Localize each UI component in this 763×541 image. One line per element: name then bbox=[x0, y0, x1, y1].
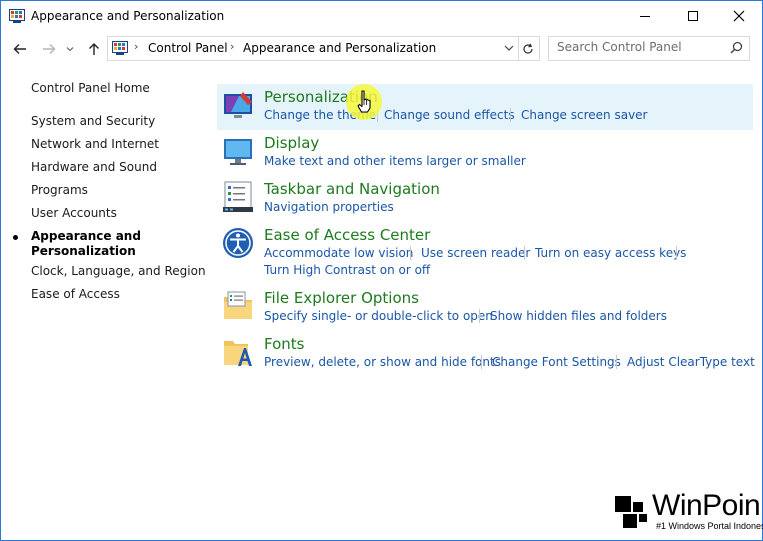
fonts-title[interactable]: Fonts bbox=[264, 335, 304, 353]
change-font-settings-link[interactable]: Change Font Settings bbox=[492, 355, 621, 369]
up-arrow-icon bbox=[89, 43, 99, 55]
link-separator bbox=[481, 355, 482, 369]
category-ease-of-access-center[interactable]: Ease of Access Center Accommodate low vi… bbox=[217, 222, 753, 284]
recent-locations-button[interactable] bbox=[63, 39, 77, 59]
show-hidden-files-link[interactable]: Show hidden files and folders bbox=[490, 309, 667, 323]
current-section-bullet bbox=[13, 235, 18, 240]
link-separator bbox=[410, 246, 411, 260]
category-file-explorer-options[interactable]: File Explorer Options Specify single- or… bbox=[217, 285, 753, 331]
control-panel-icon bbox=[9, 9, 25, 23]
use-screen-reader-link[interactable]: Use screen reader bbox=[421, 246, 530, 260]
fonts-icon bbox=[224, 341, 252, 366]
refresh-button[interactable] bbox=[517, 36, 540, 61]
breadcrumb-control-panel[interactable]: Control Panel bbox=[148, 41, 228, 55]
navigation-bar: › Control Panel › Appearance and Persona… bbox=[1, 33, 762, 65]
link-separator bbox=[676, 246, 677, 260]
back-button[interactable] bbox=[10, 39, 30, 59]
up-button[interactable] bbox=[84, 39, 104, 59]
sidebar-item-ease-of-access[interactable]: Ease of Access bbox=[31, 287, 120, 301]
make-text-larger-link[interactable]: Make text and other items larger or smal… bbox=[264, 154, 526, 168]
sidebar-item-network-and-internet[interactable]: Network and Internet bbox=[31, 137, 159, 151]
winpoin-tagline: #1 Windows Portal Indonesia bbox=[656, 521, 763, 531]
minimize-icon bbox=[640, 16, 650, 17]
breadcrumb-chevron-icon[interactable]: › bbox=[230, 40, 234, 53]
turn-on-easy-access-keys-link[interactable]: Turn on easy access keys bbox=[535, 246, 686, 260]
category-display[interactable]: Display Make text and other items larger… bbox=[217, 130, 753, 176]
adjust-cleartype-link[interactable]: Adjust ClearType text bbox=[627, 355, 755, 369]
accommodate-low-vision-link[interactable]: Accommodate low vision bbox=[264, 246, 413, 260]
category-personalization[interactable]: Personalization Change the theme Change … bbox=[217, 84, 753, 130]
navigation-properties-link[interactable]: Navigation properties bbox=[264, 200, 394, 214]
back-arrow-icon bbox=[13, 44, 26, 54]
taskbar-and-navigation-title[interactable]: Taskbar and Navigation bbox=[264, 180, 440, 198]
taskbar-icon bbox=[223, 181, 253, 212]
sidebar-item-hardware-and-sound[interactable]: Hardware and Sound bbox=[31, 160, 157, 174]
ease-of-access-icon bbox=[223, 228, 253, 258]
chevron-down-icon bbox=[66, 47, 74, 52]
link-separator bbox=[479, 309, 480, 323]
breadcrumb-chevron-icon[interactable]: › bbox=[134, 40, 138, 53]
sidebar-item-appearance-and-personalization: Appearance and Personalization bbox=[31, 229, 141, 258]
sidebar-item-clock-language-region[interactable]: Clock, Language, and Region bbox=[31, 264, 206, 278]
minimize-button[interactable] bbox=[622, 1, 668, 31]
search-box[interactable] bbox=[548, 36, 750, 61]
ease-of-access-center-title[interactable]: Ease of Access Center bbox=[264, 226, 430, 244]
preview-fonts-link[interactable]: Preview, delete, or show and hide fonts bbox=[264, 355, 501, 369]
category-taskbar-and-navigation[interactable]: Taskbar and Navigation Navigation proper… bbox=[217, 176, 753, 222]
link-separator bbox=[616, 355, 617, 369]
turn-high-contrast-link[interactable]: Turn High Contrast on or off bbox=[264, 263, 430, 277]
address-dropdown-icon[interactable] bbox=[504, 41, 514, 55]
link-separator bbox=[524, 246, 525, 260]
address-bar[interactable]: › Control Panel › Appearance and Persona… bbox=[107, 36, 519, 61]
winpoin-brand: WinPoin bbox=[652, 489, 761, 522]
search-input[interactable] bbox=[557, 40, 717, 54]
display-title[interactable]: Display bbox=[264, 134, 319, 152]
change-sound-effects-link[interactable]: Change sound effects bbox=[384, 108, 515, 122]
title-bar: Appearance and Personalization bbox=[1, 1, 762, 33]
personalization-icon bbox=[224, 92, 252, 118]
winpoin-logo-icon bbox=[612, 493, 652, 533]
sidebar-item-programs[interactable]: Programs bbox=[31, 183, 88, 197]
control-panel-icon bbox=[112, 41, 128, 55]
maximize-button[interactable] bbox=[670, 1, 716, 31]
sidebar-item-control-panel-home[interactable]: Control Panel Home bbox=[31, 81, 150, 95]
close-icon bbox=[733, 10, 745, 22]
window-title: Appearance and Personalization bbox=[31, 9, 225, 23]
category-fonts[interactable]: Fonts Preview, delete, or show and hide … bbox=[217, 331, 755, 377]
breadcrumb-current[interactable]: Appearance and Personalization bbox=[243, 41, 436, 55]
single-double-click-link[interactable]: Specify single- or double-click to open bbox=[264, 309, 493, 323]
link-separator bbox=[510, 108, 511, 122]
sidebar-item-user-accounts[interactable]: User Accounts bbox=[31, 206, 117, 220]
display-icon bbox=[224, 139, 252, 165]
control-panel-window: Appearance and Personalization › Control… bbox=[0, 0, 763, 541]
file-explorer-options-title[interactable]: File Explorer Options bbox=[264, 289, 419, 307]
refresh-icon bbox=[523, 43, 533, 54]
winpoin-watermark: WinPoin #1 Windows Portal Indonesia bbox=[612, 489, 763, 541]
close-button[interactable] bbox=[716, 1, 762, 31]
sidebar-item-system-and-security[interactable]: System and Security bbox=[31, 114, 155, 128]
mouse-cursor-icon bbox=[346, 84, 382, 120]
change-screen-saver-link[interactable]: Change screen saver bbox=[521, 108, 648, 122]
maximize-icon bbox=[688, 11, 698, 21]
forward-button[interactable] bbox=[39, 39, 59, 59]
forward-arrow-icon bbox=[43, 44, 56, 54]
folder-options-icon bbox=[224, 291, 252, 319]
search-icon[interactable] bbox=[730, 41, 743, 54]
